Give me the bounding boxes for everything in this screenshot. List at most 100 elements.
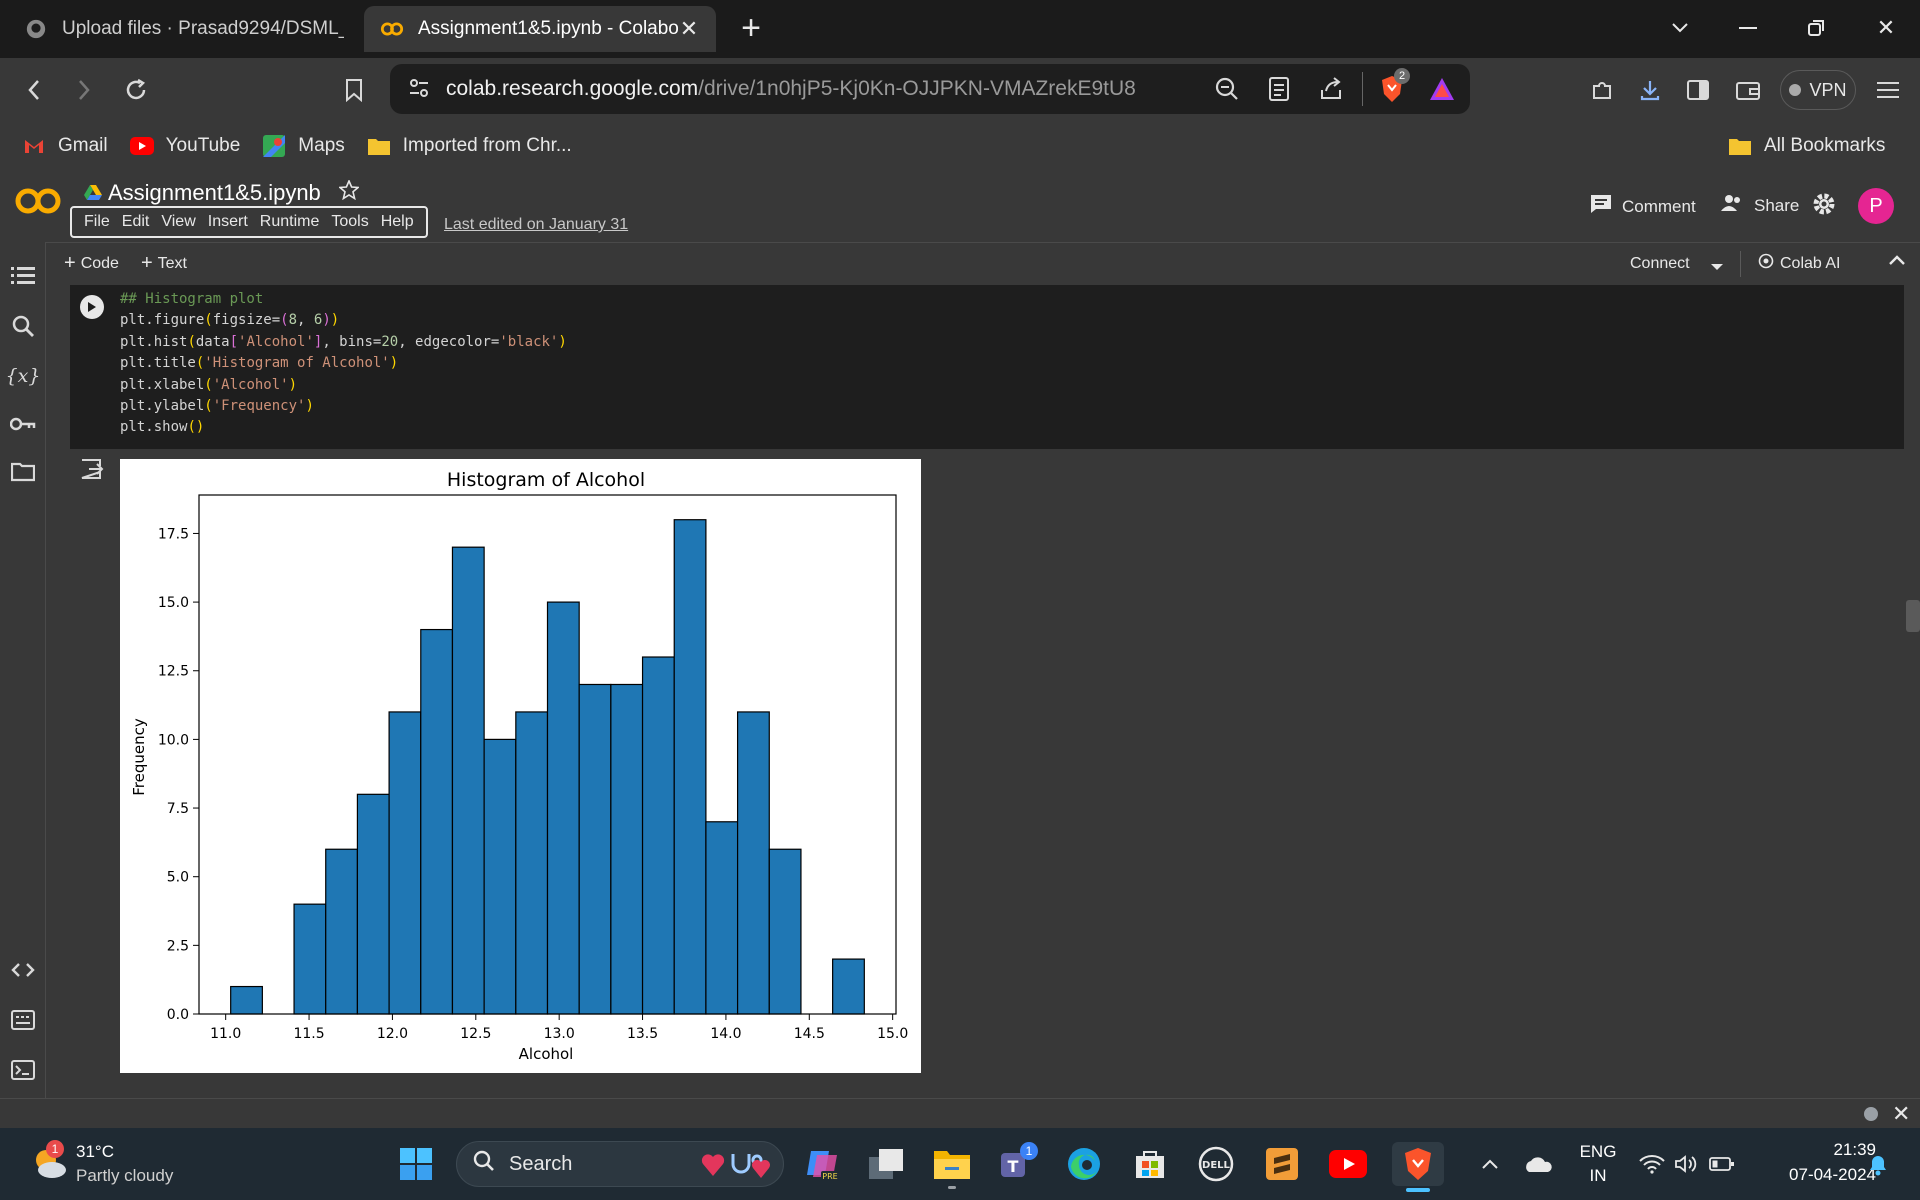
- tab-upload-files[interactable]: Upload files · Prasad9294/DSML_Assi: [8, 6, 360, 52]
- dell-icon[interactable]: DELL: [1194, 1142, 1238, 1186]
- collapse-header-icon[interactable]: [1888, 253, 1906, 272]
- minimize-icon[interactable]: [1720, 8, 1776, 48]
- close-status-icon[interactable]: ✕: [1892, 1101, 1910, 1127]
- add-code-button[interactable]: + Code: [64, 252, 119, 275]
- downloads-icon[interactable]: [1632, 72, 1668, 108]
- weather-temp: 31°C: [76, 1142, 114, 1161]
- comment-label: Comment: [1622, 196, 1696, 216]
- notification-bell-icon[interactable]: [1858, 1142, 1898, 1186]
- vpn-button[interactable]: VPN: [1780, 70, 1856, 110]
- copilot-icon[interactable]: PRE: [800, 1142, 844, 1186]
- notebook-title[interactable]: Assignment1&5.ipynb: [84, 178, 360, 206]
- bookmark-page-icon[interactable]: [336, 72, 372, 108]
- histogram-bar: [293, 903, 327, 1015]
- youtube-app-icon[interactable]: [1326, 1142, 1370, 1186]
- new-tab-icon[interactable]: +: [734, 10, 768, 48]
- reader-mode-icon[interactable]: [1268, 76, 1290, 108]
- bookmark-maps[interactable]: Maps: [262, 135, 345, 157]
- microsoft-store-icon[interactable]: [1128, 1142, 1172, 1186]
- avatar[interactable]: P: [1858, 188, 1894, 224]
- weather-icon[interactable]: 1: [26, 1140, 70, 1184]
- x-tick-label: 13.5: [627, 1026, 658, 1042]
- brave-taskbar-icon[interactable]: [1392, 1142, 1444, 1192]
- sidebar-toggle-icon[interactable]: [1680, 72, 1716, 108]
- volume-icon[interactable]: [1666, 1142, 1706, 1186]
- bookmark-imported-folder[interactable]: Imported from Chr...: [367, 135, 572, 157]
- search-icon[interactable]: [9, 312, 37, 340]
- command-palette-icon[interactable]: [9, 1006, 37, 1034]
- notebook-scrollbar[interactable]: [1906, 600, 1920, 632]
- connect-dropdown-icon[interactable]: [1710, 259, 1724, 277]
- task-view-icon[interactable]: [864, 1142, 908, 1186]
- edge-icon[interactable]: [1062, 1142, 1106, 1186]
- restore-icon[interactable]: [1788, 8, 1844, 48]
- zoom-icon[interactable]: [1214, 76, 1240, 108]
- language-indicator[interactable]: ENG IN: [1578, 1142, 1618, 1186]
- x-tick-label: 13.0: [544, 1026, 575, 1042]
- address-bar[interactable]: colab.research.google.com/drive/1n0hjP5-…: [390, 64, 1470, 114]
- star-icon[interactable]: [337, 178, 360, 206]
- secrets-key-icon[interactable]: [9, 410, 37, 438]
- menu-runtime[interactable]: Runtime: [260, 213, 320, 231]
- comment-icon: [1590, 194, 1612, 219]
- browser-nav-bar: colab.research.google.com/drive/1n0hjP5-…: [0, 58, 1920, 122]
- all-bookmarks[interactable]: All Bookmarks: [1728, 135, 1885, 157]
- reload-icon[interactable]: [118, 72, 154, 108]
- close-window-icon[interactable]: ✕: [1858, 8, 1914, 48]
- show-hidden-icons[interactable]: [1468, 1142, 1512, 1186]
- output-menu-icon[interactable]: [80, 458, 104, 485]
- notebook-name[interactable]: Assignment1&5.ipynb: [108, 180, 321, 206]
- add-text-button[interactable]: + Text: [141, 252, 187, 275]
- code-editor[interactable]: ## Histogram plot plt.figure(figsize=(8,…: [120, 289, 567, 439]
- bookmark-youtube[interactable]: YouTube: [129, 135, 240, 157]
- teams-icon[interactable]: T 1: [994, 1142, 1038, 1186]
- gear-icon[interactable]: [1812, 192, 1836, 216]
- code-cell[interactable]: ## Histogram plot plt.figure(figsize=(8,…: [70, 285, 1904, 449]
- wallet-icon[interactable]: [1730, 72, 1766, 108]
- status-dot-icon: [1864, 1107, 1878, 1121]
- code-snippets-icon[interactable]: [9, 956, 37, 984]
- menu-icon[interactable]: [1870, 72, 1906, 108]
- brave-rewards-icon[interactable]: [1428, 76, 1456, 108]
- connect-button[interactable]: Connect: [1630, 255, 1690, 273]
- back-icon[interactable]: [16, 72, 52, 108]
- table-of-contents-icon[interactable]: [9, 262, 37, 290]
- menu-insert[interactable]: Insert: [208, 213, 248, 231]
- windows-taskbar: 1 31°C Partly cloudy Search PRE T 1 DELL: [0, 1128, 1920, 1200]
- colab-logo[interactable]: [14, 186, 62, 225]
- comment-button[interactable]: Comment: [1590, 194, 1696, 219]
- last-edited-link[interactable]: Last edited on January 31: [444, 216, 628, 234]
- folder-icon[interactable]: [9, 458, 37, 486]
- colab-ai-button[interactable]: Colab AI: [1758, 253, 1840, 274]
- histogram-bar: [483, 738, 517, 1015]
- menu-view[interactable]: View: [161, 213, 195, 231]
- tab-colab[interactable]: Assignment1&5.ipynb - Colabor ✕: [364, 6, 716, 52]
- share-page-icon[interactable]: [1318, 76, 1344, 108]
- close-tab-icon[interactable]: ✕: [678, 16, 700, 42]
- share-button[interactable]: Share: [1720, 194, 1799, 217]
- menu-edit[interactable]: Edit: [122, 213, 150, 231]
- windows-start-icon[interactable]: [394, 1142, 438, 1186]
- taskbar-search[interactable]: Search: [456, 1141, 784, 1187]
- menu-help[interactable]: Help: [381, 213, 414, 231]
- terminal-icon[interactable]: [9, 1056, 37, 1084]
- run-cell-button[interactable]: [80, 295, 104, 319]
- bookmark-gmail[interactable]: Gmail: [22, 135, 108, 157]
- histogram-bar: [451, 546, 485, 1015]
- onedrive-icon[interactable]: [1516, 1142, 1560, 1186]
- tab-search-icon[interactable]: [1652, 8, 1708, 48]
- connect-label: Connect: [1630, 254, 1690, 272]
- battery-icon[interactable]: [1702, 1142, 1742, 1186]
- forward-icon[interactable]: [66, 72, 102, 108]
- histogram-bar: [673, 519, 707, 1015]
- menu-file[interactable]: File: [84, 213, 110, 231]
- gmail-icon: [22, 136, 46, 156]
- people-icon: [1720, 194, 1744, 217]
- file-explorer-icon[interactable]: [930, 1142, 974, 1189]
- site-settings-icon[interactable]: [408, 77, 430, 105]
- variables-icon[interactable]: {𝑥}: [6, 362, 41, 390]
- sublime-text-icon[interactable]: [1260, 1142, 1304, 1186]
- extensions-icon[interactable]: [1584, 72, 1620, 108]
- chart-title: Histogram of Alcohol: [447, 469, 645, 491]
- menu-tools[interactable]: Tools: [331, 213, 368, 231]
